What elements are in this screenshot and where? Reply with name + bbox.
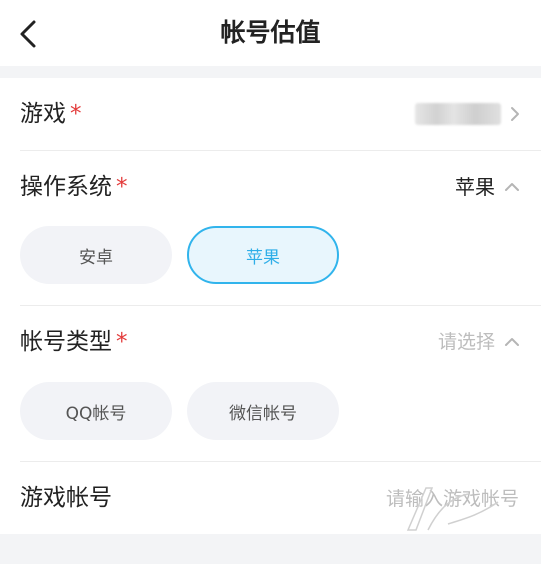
os-option-android[interactable]: 安卓 (20, 226, 172, 284)
os-row[interactable]: 操作系统 * 苹果 (20, 151, 521, 223)
account-type-selector[interactable]: 请选择 (438, 306, 521, 378)
chevron-up-icon (505, 183, 519, 191)
os-label: 操作系统 * (20, 174, 128, 200)
back-button[interactable] (12, 14, 44, 54)
required-mark: * (70, 101, 82, 127)
game-label: 游戏 * (20, 101, 82, 127)
account-type-row[interactable]: 帐号类型 * 请选择 (20, 306, 521, 378)
game-value-blurred (415, 103, 501, 125)
chevron-left-icon (20, 20, 36, 48)
game-account-input[interactable] (297, 480, 521, 518)
account-type-option-wechat[interactable]: 微信帐号 (187, 382, 339, 440)
game-account-label: 游戏帐号 (20, 485, 112, 511)
game-account-row: 游戏帐号 (20, 462, 521, 534)
page-title: 帐号估值 (220, 18, 321, 47)
os-selector[interactable]: 苹果 (455, 151, 521, 223)
os-option-apple[interactable]: 苹果 (187, 226, 339, 284)
account-type-option-qq[interactable]: QQ帐号 (20, 382, 172, 440)
game-selector[interactable] (415, 78, 521, 150)
account-type-placeholder: 请选择 (437, 331, 495, 353)
account-valuation-page: 帐号估值 游戏 * 操作系统 * 苹果 安卓 苹果 帐号类型 * 请选择 QQ帐… (0, 0, 541, 564)
header-separator (0, 66, 541, 78)
chevron-right-icon (511, 107, 519, 121)
valuation-form: 游戏 * 操作系统 * 苹果 安卓 苹果 帐号类型 * 请选择 QQ帐号 微信帐… (0, 78, 541, 534)
os-selected-value: 苹果 (455, 175, 495, 199)
required-mark: * (116, 329, 128, 355)
account-type-label: 帐号类型 * (20, 329, 128, 355)
chevron-up-icon (505, 338, 519, 346)
game-row[interactable]: 游戏 * (20, 78, 521, 150)
top-bar: 帐号估值 (0, 0, 541, 66)
required-mark: * (116, 174, 128, 200)
